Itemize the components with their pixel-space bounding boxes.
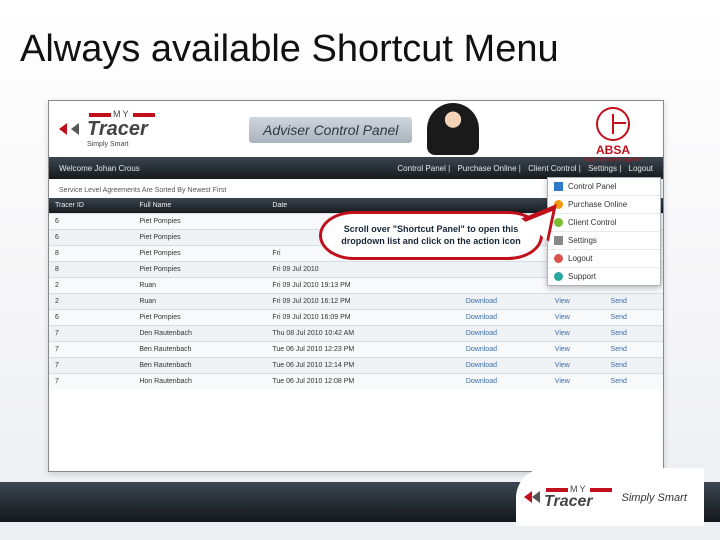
chevron-icon	[59, 123, 67, 135]
top-nav-bar: Welcome Johan Crous Control Panel | Purc…	[49, 157, 663, 179]
slide: Always available Shortcut Menu MY Tracer…	[0, 0, 720, 540]
chevron-icon	[71, 123, 79, 135]
welcome-text: Welcome Johan Crous	[59, 164, 140, 173]
nav-links: Control Panel | Purchase Online | Client…	[392, 164, 653, 173]
col-tracer-id[interactable]: Tracer ID	[49, 198, 133, 214]
send-link[interactable]: Send	[605, 374, 663, 390]
menu-icon	[554, 254, 563, 263]
download-link[interactable]: Download	[460, 358, 549, 374]
chevron-icon	[532, 491, 540, 503]
callout-bubble: Scroll over "Shortcut Panel" to open thi…	[319, 211, 543, 260]
table-row[interactable]: 7Ben RautenbachTue 06 Jul 2010 12:14 PMD…	[49, 358, 663, 374]
chevron-icon	[524, 491, 532, 503]
nav-control-panel[interactable]: Control Panel	[397, 164, 445, 173]
send-link[interactable]: Send	[605, 294, 663, 310]
menu-icon	[554, 272, 563, 281]
dropdown-item[interactable]: Settings	[548, 232, 660, 250]
send-link[interactable]: Send	[605, 342, 663, 358]
download-link[interactable]: Download	[460, 374, 549, 390]
brand-text: MY Tracer Simply Smart	[87, 110, 157, 148]
dropdown-item[interactable]: Support	[548, 268, 660, 285]
nav-client-control[interactable]: Client Control	[528, 164, 576, 173]
dropdown-item[interactable]: Control Panel	[548, 178, 660, 196]
brand-logo: MY Tracer Simply Smart	[59, 110, 157, 148]
nav-purchase-online[interactable]: Purchase Online	[457, 164, 516, 173]
nav-logout[interactable]: Logout	[629, 164, 653, 173]
app-header: MY Tracer Simply Smart Adviser Control P…	[49, 101, 663, 157]
col-full-name[interactable]: Full Name	[133, 198, 266, 214]
send-link[interactable]: Send	[605, 358, 663, 374]
download-link[interactable]	[460, 262, 549, 278]
menu-icon	[554, 182, 563, 191]
dropdown-item[interactable]: Logout	[548, 250, 660, 268]
download-link[interactable]: Download	[460, 294, 549, 310]
slide-title: Always available Shortcut Menu	[20, 28, 559, 71]
nav-settings[interactable]: Settings	[588, 164, 617, 173]
view-link[interactable]: View	[549, 294, 605, 310]
table-row[interactable]: 6Piet PompiesFri 09 Jul 2010 16:09 PMDow…	[49, 310, 663, 326]
download-link[interactable]	[460, 278, 549, 294]
table-row[interactable]: 7Den RautenbachThu 08 Jul 2010 10:42 AMD…	[49, 326, 663, 342]
view-link[interactable]: View	[549, 374, 605, 390]
download-link[interactable]: Download	[460, 310, 549, 326]
view-link[interactable]: View	[549, 358, 605, 374]
view-link[interactable]: View	[549, 342, 605, 358]
download-link[interactable]: Download	[460, 326, 549, 342]
send-link[interactable]: Send	[605, 326, 663, 342]
send-link[interactable]: Send	[605, 310, 663, 326]
absa-icon	[596, 107, 630, 141]
table-row[interactable]: 7Ben RautenbachTue 06 Jul 2010 12:23 PMD…	[49, 342, 663, 358]
footer-brand: MY Tracer Simply Smart	[516, 468, 704, 526]
download-link[interactable]: Download	[460, 342, 549, 358]
panel-title: Adviser Control Panel	[249, 117, 412, 143]
app-screenshot: MY Tracer Simply Smart Adviser Control P…	[48, 100, 664, 472]
table-row[interactable]: 2RuanFri 09 Jul 2010 16:12 PMDownloadVie…	[49, 294, 663, 310]
view-link[interactable]: View	[549, 326, 605, 342]
adviser-avatar	[427, 103, 479, 155]
menu-icon	[554, 236, 563, 245]
view-link[interactable]: View	[549, 310, 605, 326]
table-row[interactable]: 7Hon RautenbachTue 06 Jul 2010 12:08 PMD…	[49, 374, 663, 390]
partner-logo: ABSA Today, tomorrow, together.	[573, 107, 653, 163]
shortcut-dropdown: Control PanelPurchase OnlineClient Contr…	[547, 177, 661, 286]
